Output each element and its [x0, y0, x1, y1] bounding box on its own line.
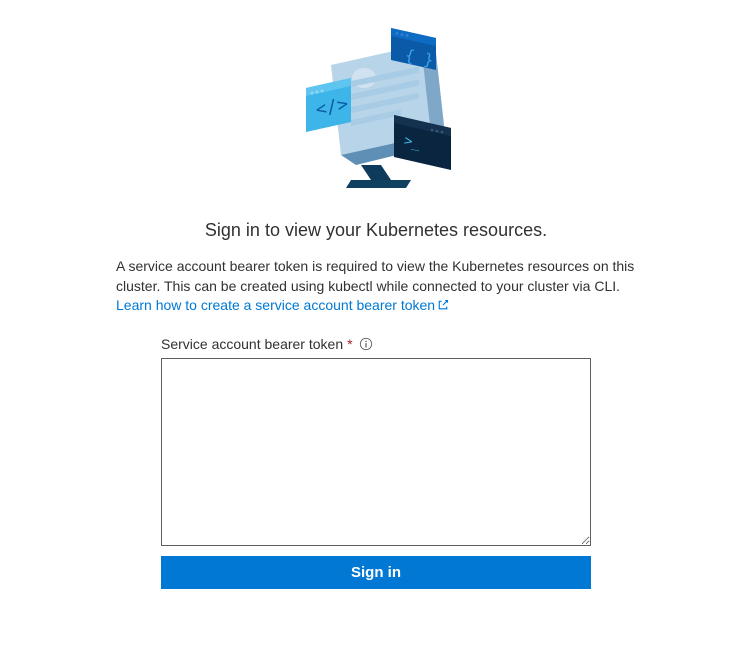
description-body: A service account bearer token is requir… — [116, 258, 634, 294]
token-field-label: Service account bearer token * — [161, 336, 591, 352]
info-icon[interactable] — [359, 337, 373, 351]
required-asterisk: * — [347, 336, 352, 352]
signin-container: { } </> >_ Sign in to view your Kubernet… — [116, 20, 636, 653]
external-link-icon — [437, 297, 449, 317]
page-heading: Sign in to view your Kubernetes resource… — [205, 220, 547, 241]
token-label-text: Service account bearer token — [161, 336, 343, 352]
token-input[interactable] — [161, 358, 591, 546]
learn-more-link-text: Learn how to create a service account be… — [116, 297, 435, 313]
form-section: Service account bearer token * Sign in — [161, 336, 591, 589]
learn-more-link[interactable]: Learn how to create a service account be… — [116, 297, 449, 313]
signin-button[interactable]: Sign in — [161, 556, 591, 589]
description-text: A service account bearer token is requir… — [116, 257, 636, 316]
hero-illustration: { } </> >_ — [276, 20, 476, 195]
